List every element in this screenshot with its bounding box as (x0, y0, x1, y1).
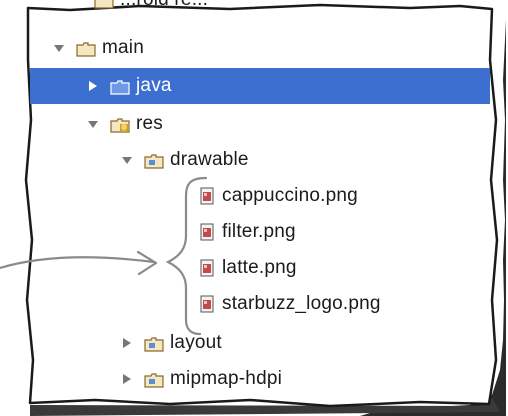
project-tree-panel: ...roid re... main java (0, 0, 508, 416)
annotation-overlay (0, 176, 208, 336)
annotation-arrow (0, 256, 156, 270)
curly-brace (165, 176, 208, 336)
